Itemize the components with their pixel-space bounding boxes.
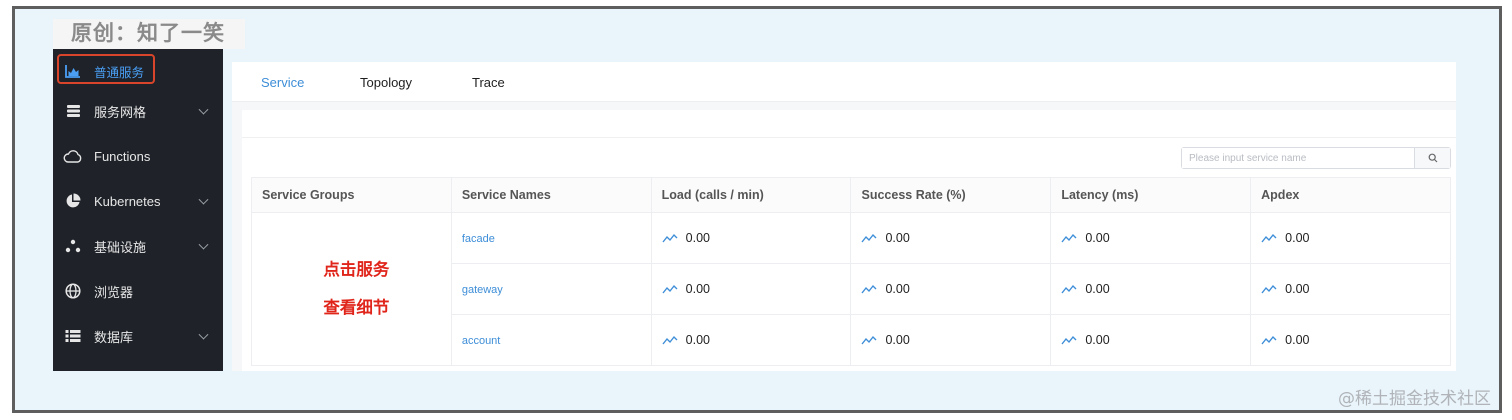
load-cell: 0.00 bbox=[650, 263, 852, 315]
service-name-cell: gateway bbox=[450, 263, 652, 315]
tab-trace[interactable]: Trace bbox=[472, 75, 505, 90]
load-value: 0.00 bbox=[685, 333, 710, 347]
trend-line-icon bbox=[662, 233, 678, 243]
apdex-value: 0.00 bbox=[1285, 282, 1310, 296]
apdex-cell: 0.00 bbox=[1250, 212, 1451, 264]
tab-topology[interactable]: Topology bbox=[360, 75, 412, 90]
load-value: 0.00 bbox=[685, 231, 710, 245]
service-name-cell: facade bbox=[450, 212, 652, 264]
header-service-names: Service Names bbox=[450, 177, 652, 213]
service-group-cell: 点击服务 查看细节 bbox=[251, 212, 452, 366]
header-load: Load (calls / min) bbox=[650, 177, 852, 213]
header-apdex: Apdex bbox=[1250, 177, 1451, 213]
success-cell: 0.00 bbox=[850, 212, 1052, 264]
sidebar-item-normal-service[interactable]: 普通服务 bbox=[53, 49, 223, 93]
apdex-cell: 0.00 bbox=[1250, 314, 1451, 366]
apdex-cell: 0.00 bbox=[1250, 263, 1451, 315]
latency-cell: 0.00 bbox=[1050, 212, 1252, 264]
trend-line-icon bbox=[1261, 284, 1277, 294]
success-value: 0.00 bbox=[885, 282, 910, 296]
highlight-box bbox=[57, 54, 155, 84]
toolbar bbox=[242, 110, 1456, 138]
search-input[interactable] bbox=[1182, 148, 1414, 168]
sidebar-item-label: Kubernetes bbox=[94, 193, 161, 209]
table-header-row: Service Groups Service Names Load (calls… bbox=[251, 177, 1451, 213]
search-icon bbox=[1428, 153, 1437, 163]
sidebar-item-label: 数据库 bbox=[94, 329, 134, 345]
tab-bar: Service Topology Trace bbox=[232, 62, 1456, 102]
latency-cell: 0.00 bbox=[1050, 263, 1252, 315]
load-value: 0.00 bbox=[685, 282, 710, 296]
service-table: Service Groups Service Names Load (calls… bbox=[251, 177, 1451, 366]
trend-line-icon bbox=[1261, 233, 1277, 243]
trend-line-icon bbox=[662, 284, 678, 294]
trend-line-icon bbox=[861, 233, 877, 243]
globe-icon bbox=[62, 280, 84, 302]
sidebar: 普通服务 服务网格 Functions Kubernetes 基础设施 浏览器 bbox=[53, 49, 223, 371]
sidebar-item-label: Functions bbox=[94, 148, 151, 164]
latency-value: 0.00 bbox=[1085, 333, 1110, 347]
service-link-account[interactable]: account bbox=[462, 335, 501, 347]
sidebar-item-label: 基础设施 bbox=[94, 239, 147, 255]
trend-line-icon bbox=[1261, 335, 1277, 345]
trend-line-icon bbox=[861, 284, 877, 294]
annotation-line-2: 查看细节 bbox=[323, 299, 390, 317]
apdex-value: 0.00 bbox=[1285, 231, 1310, 245]
watermark-top: 原创：知了一笑 bbox=[53, 19, 245, 49]
latency-cell: 0.00 bbox=[1050, 314, 1252, 366]
chevron-down-icon bbox=[198, 194, 209, 205]
trend-line-icon bbox=[1061, 284, 1077, 294]
search-box bbox=[1181, 147, 1451, 169]
service-content: Service Groups Service Names Load (calls… bbox=[242, 110, 1456, 371]
sidebar-item-browser[interactable]: 浏览器 bbox=[53, 269, 223, 313]
watermark-bottom: @稀土掘金技术社区 bbox=[1338, 389, 1491, 409]
apdex-value: 0.00 bbox=[1285, 333, 1310, 347]
success-value: 0.00 bbox=[885, 231, 910, 245]
cloud-icon bbox=[62, 145, 84, 167]
header-latency: Latency (ms) bbox=[1050, 177, 1252, 213]
sidebar-item-label: 浏览器 bbox=[94, 284, 134, 300]
trend-line-icon bbox=[861, 335, 877, 345]
service-link-facade[interactable]: facade bbox=[462, 233, 495, 245]
load-cell: 0.00 bbox=[650, 212, 852, 264]
trend-line-icon bbox=[662, 335, 678, 345]
chevron-down-icon bbox=[198, 239, 209, 250]
chevron-down-icon bbox=[198, 329, 209, 340]
success-cell: 0.00 bbox=[850, 314, 1052, 366]
sidebar-item-kubernetes[interactable]: Kubernetes bbox=[53, 179, 223, 223]
database-icon bbox=[62, 100, 84, 122]
success-value: 0.00 bbox=[885, 333, 910, 347]
chevron-down-icon bbox=[198, 104, 209, 115]
sidebar-item-infrastructure[interactable]: 基础设施 bbox=[53, 224, 223, 268]
dots-cluster-icon bbox=[62, 235, 84, 257]
annotation-line-1: 点击服务 bbox=[323, 261, 390, 279]
header-service-groups: Service Groups bbox=[251, 177, 452, 213]
header-success-rate: Success Rate (%) bbox=[850, 177, 1052, 213]
trend-line-icon bbox=[1061, 335, 1077, 345]
sidebar-item-label: 服务网格 bbox=[94, 104, 147, 120]
service-name-cell: account bbox=[450, 314, 652, 366]
load-cell: 0.00 bbox=[650, 314, 852, 366]
table-row: 点击服务 查看细节 facade 0.00 0.00 0.00 0.00 bbox=[251, 212, 1451, 366]
latency-value: 0.00 bbox=[1085, 282, 1110, 296]
tab-service[interactable]: Service bbox=[261, 75, 304, 90]
annotation-text: 点击服务 查看细节 bbox=[262, 251, 451, 327]
sidebar-item-database[interactable]: 数据库 bbox=[53, 314, 223, 358]
service-link-gateway[interactable]: gateway bbox=[462, 284, 503, 296]
sidebar-item-functions[interactable]: Functions bbox=[53, 134, 223, 178]
list-icon bbox=[62, 325, 84, 347]
trend-line-icon bbox=[1061, 233, 1077, 243]
latency-value: 0.00 bbox=[1085, 231, 1110, 245]
search-button[interactable] bbox=[1414, 148, 1450, 168]
success-cell: 0.00 bbox=[850, 263, 1052, 315]
main-panel: Service Topology Trace Service Groups Se… bbox=[232, 62, 1456, 371]
pie-chart-icon bbox=[62, 190, 84, 212]
sidebar-item-service-mesh[interactable]: 服务网格 bbox=[53, 89, 223, 133]
